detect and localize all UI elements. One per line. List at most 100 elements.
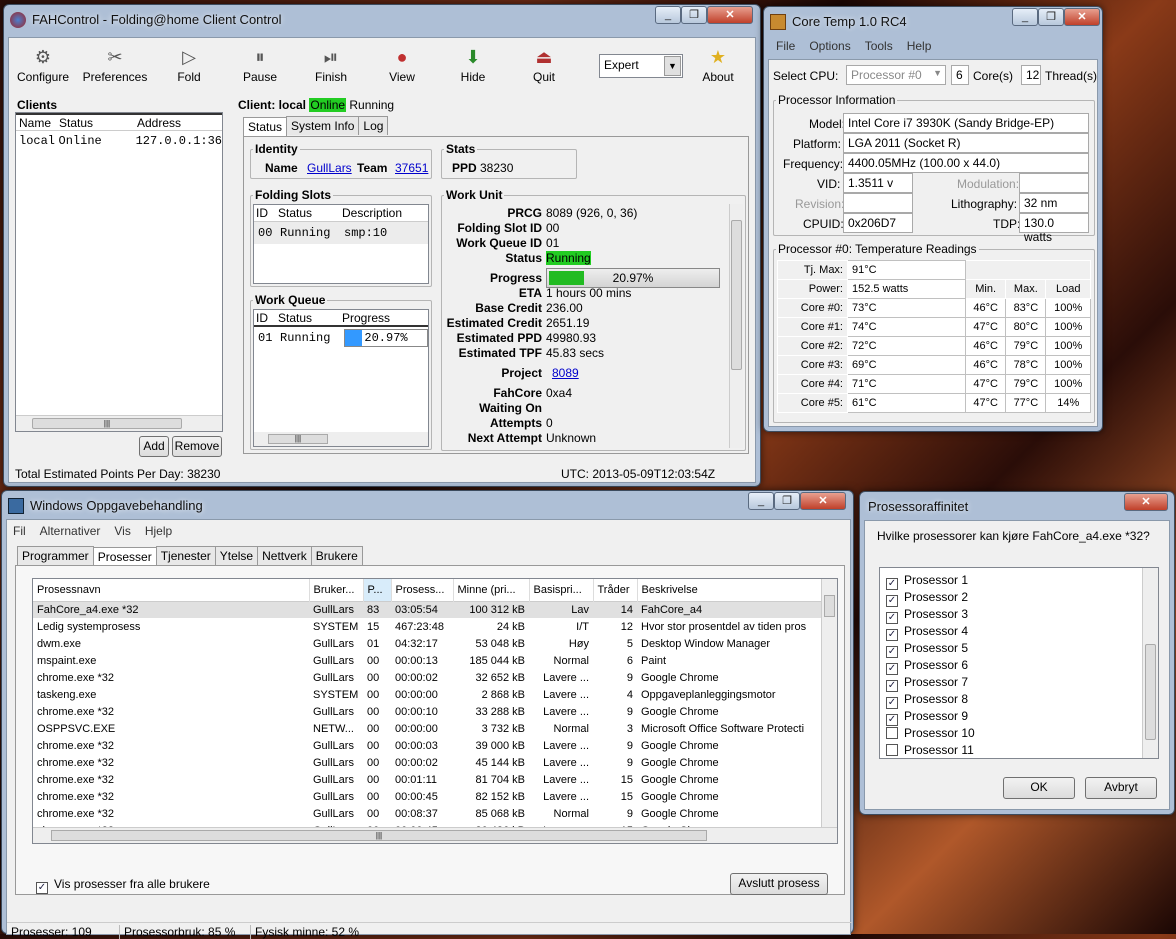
process-hscrollbar[interactable]: ||| <box>33 827 837 843</box>
cancel-button[interactable]: Avbryt <box>1085 777 1157 799</box>
menu-options[interactable]: Options <box>809 39 850 53</box>
tab-log[interactable]: Log <box>358 116 389 135</box>
col-id[interactable]: ID <box>254 310 276 325</box>
processor-item[interactable]: ✓ Prosessor 6 <box>880 657 1158 675</box>
checkbox-icon[interactable]: ✓ <box>36 882 48 894</box>
queue-hscrollbar[interactable]: ||| <box>254 432 428 446</box>
process-row[interactable]: taskeng.exe SYSTEM 00 00:00:00 2 868 kB Laver… <box>33 686 823 703</box>
process-row[interactable]: chrome.exe *32 GullLars 00 00:00:10 33 288 k… <box>33 703 823 720</box>
tab-status[interactable]: Status <box>243 117 288 137</box>
menu-alternativer[interactable]: Alternativer <box>40 524 101 538</box>
col-status[interactable]: Status <box>276 205 340 221</box>
fah-titlebar[interactable]: FAHControl - Folding@home Client Control <box>4 5 760 35</box>
mode-select[interactable]: Expert ▼ <box>599 54 683 78</box>
tab-system-info[interactable]: System Info <box>286 116 360 135</box>
view-button[interactable]: ● View <box>368 44 436 84</box>
col-header[interactable]: Bruker... <box>309 579 364 601</box>
col-header[interactable]: P... <box>363 579 392 601</box>
process-row[interactable]: chrome.exe *32 GullLars 00 00:00:03 39 000 k… <box>33 737 823 754</box>
col-header[interactable]: Prosessnavn <box>33 579 310 601</box>
process-row[interactable]: Ledig systemprosess SYSTEM 15 467:23:48 24 k… <box>33 618 823 635</box>
add-button[interactable]: Add <box>139 436 169 457</box>
tab-ytelse[interactable]: Ytelse <box>214 546 259 565</box>
minimize-button[interactable]: _ <box>655 6 681 24</box>
processor-item[interactable]: ✓ Prosessor 1 <box>880 572 1158 590</box>
minimize-button[interactable]: _ <box>1012 8 1038 26</box>
minimize-button[interactable]: _ <box>748 492 774 510</box>
processor-item[interactable]: ✓ Prosessor 7 <box>880 674 1158 692</box>
menu-help[interactable]: Help <box>907 39 932 53</box>
clients-hscrollbar[interactable]: ||| <box>16 415 222 431</box>
process-row[interactable]: mspaint.exe GullLars 00 00:00:13 185 044 kB N… <box>33 652 823 669</box>
checkbox-icon[interactable] <box>886 744 898 756</box>
process-row[interactable]: FahCore_a4.exe *32 GullLars 83 03:05:54 100 … <box>33 601 823 618</box>
col-id[interactable]: ID <box>254 205 276 221</box>
col-description[interactable]: Description <box>340 205 402 221</box>
process-row[interactable]: chrome.exe *32 GullLars 00 00:00:45 82 152 k… <box>33 788 823 805</box>
affinity-vscrollbar[interactable] <box>1142 568 1158 758</box>
tab-nettverk[interactable]: Nettverk <box>257 546 312 565</box>
wu-value[interactable]: 8089 <box>552 366 579 380</box>
slot-row[interactable]: 00 Running smp:10 <box>254 222 428 244</box>
process-row[interactable]: chrome.exe *32 GullLars 00 00:00:02 32 652 k… <box>33 669 823 686</box>
col-progress[interactable]: Progress <box>340 310 390 325</box>
processor-item[interactable]: ✓ Prosessor 5 <box>880 640 1158 658</box>
col-status[interactable]: Status <box>56 115 134 130</box>
processor-item[interactable]: ✓ Prosessor 4 <box>880 623 1158 641</box>
name-link[interactable]: GullLars <box>307 161 352 175</box>
tab-brukere[interactable]: Brukere <box>310 546 363 565</box>
close-button[interactable]: ✕ <box>1064 8 1100 26</box>
maximize-button[interactable]: ❐ <box>1038 8 1064 26</box>
end-process-button[interactable]: Avslutt prosess <box>730 873 828 895</box>
quit-button[interactable]: ⏏ Quit <box>510 44 578 84</box>
chevron-down-icon[interactable]: ▼ <box>664 56 681 76</box>
col-status[interactable]: Status <box>276 310 340 325</box>
processor-item[interactable]: ✓ Prosessor 2 <box>880 589 1158 607</box>
maximize-button[interactable]: ❐ <box>681 6 707 24</box>
menu-vis[interactable]: Vis <box>114 524 130 538</box>
queue-row[interactable]: 01 Running 20.97% <box>254 327 428 349</box>
col-header[interactable]: Basispri... <box>529 579 594 601</box>
ok-button[interactable]: OK <box>1003 777 1075 799</box>
checkbox-icon[interactable] <box>886 727 898 739</box>
tab-tjenester[interactable]: Tjenester <box>155 546 216 565</box>
process-row[interactable]: chrome.exe *32 GullLars 00 00:01:11 81 704 k… <box>33 771 823 788</box>
col-header[interactable]: Prosess... <box>391 579 454 601</box>
close-button[interactable]: ✕ <box>1124 493 1168 511</box>
menu-hjelp[interactable]: Hjelp <box>145 524 172 538</box>
processor-item[interactable]: ✓ Prosessor 3 <box>880 606 1158 624</box>
finish-button[interactable]: ⏯ Finish <box>297 44 365 84</box>
process-row[interactable]: chrome.exe *32 GullLars 00 00:08:37 85 068 k… <box>33 805 823 822</box>
configure-button[interactable]: ⚙ Configure <box>9 44 77 84</box>
process-row[interactable]: OSPPSVC.EXE NETW... 00 00:00:00 3 732 kB Norm… <box>33 720 823 737</box>
col-header[interactable]: Beskrivelse <box>637 579 824 601</box>
hide-button[interactable]: ⬇ Hide <box>439 44 507 84</box>
col-header[interactable]: Tråder <box>593 579 638 601</box>
col-header[interactable]: Minne (pri... <box>453 579 530 601</box>
client-row-local[interactable]: local Online 127.0.0.1:36 <box>16 131 222 151</box>
fold-button[interactable]: ▷ Fold <box>155 44 223 84</box>
chevron-down-icon[interactable]: ▼ <box>933 68 942 78</box>
show-all-users[interactable]: ✓ Vis prosesser fra alle brukere <box>36 877 210 894</box>
menu-file[interactable]: File <box>776 39 795 53</box>
tab-programmer[interactable]: Programmer <box>17 546 94 565</box>
close-button[interactable]: ✕ <box>800 492 846 510</box>
processor-item[interactable]: ✓ Prosessor 8 <box>880 691 1158 709</box>
preferences-button[interactable]: ✂ Preferences <box>81 44 149 84</box>
maximize-button[interactable]: ❐ <box>774 492 800 510</box>
col-address[interactable]: Address <box>134 115 181 130</box>
processor-item[interactable]: ✓ Prosessor 9 <box>880 708 1158 726</box>
menu-fil[interactable]: Fil <box>13 524 26 538</box>
close-button[interactable]: ✕ <box>707 6 753 24</box>
cpu-select[interactable]: Processor #0 ▼ <box>846 65 946 85</box>
taskmgr-titlebar[interactable]: Windows Oppgavebehandling <box>2 491 853 521</box>
team-link[interactable]: 37651 <box>395 161 428 175</box>
work-unit-vscrollbar[interactable] <box>729 204 743 448</box>
process-row[interactable]: dwm.exe GullLars 01 04:32:17 53 048 kB Høy 5 De… <box>33 635 823 652</box>
menu-tools[interactable]: Tools <box>865 39 893 53</box>
processor-item[interactable]: Prosessor 10 <box>880 725 1158 742</box>
pause-button[interactable]: ⏸ Pause <box>226 44 294 84</box>
process-vscrollbar[interactable] <box>821 579 837 829</box>
process-row[interactable]: chrome.exe *32 GullLars 00 00:00:02 45 144 k… <box>33 754 823 771</box>
tab-prosesser[interactable]: Prosesser <box>92 547 157 567</box>
